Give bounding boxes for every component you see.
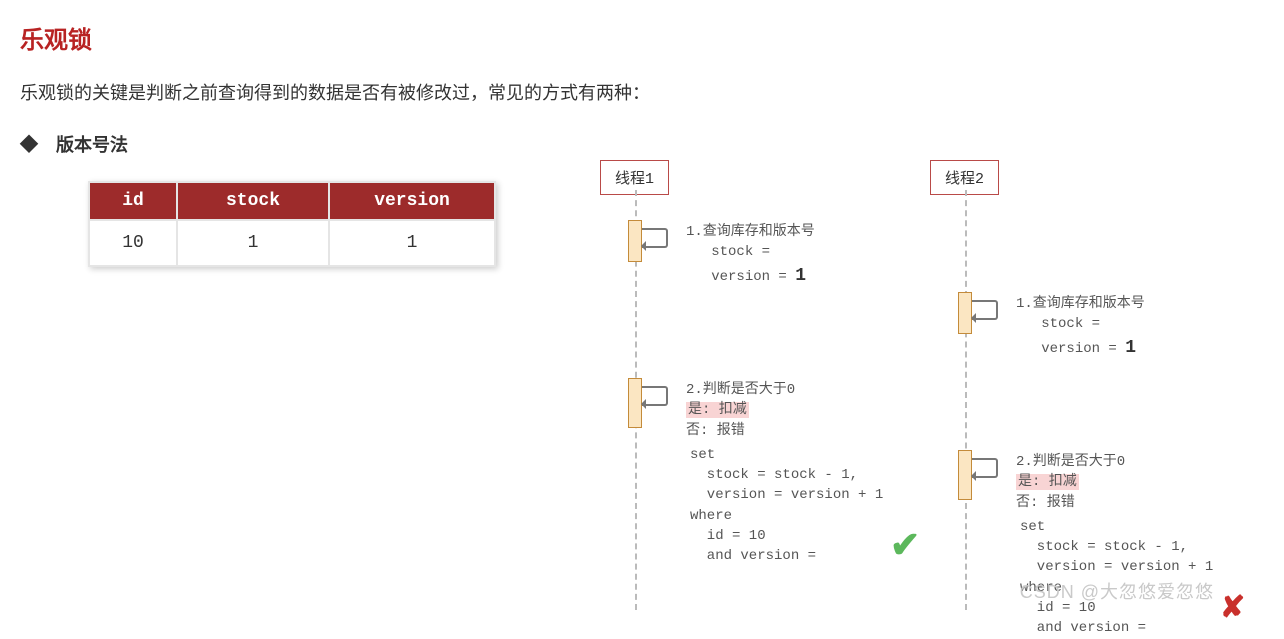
step-title: 2.判断是否大于0 xyxy=(1016,454,1125,470)
data-table-wrap: id stock version 10 1 1 xyxy=(88,181,496,267)
table-row: 10 1 1 xyxy=(90,221,494,265)
step-title: 1.查询库存和版本号 xyxy=(1016,296,1145,312)
thread1-step1: 1.查询库存和版本号 stock = version = 1 xyxy=(686,222,815,289)
check-icon: ✔ xyxy=(890,524,920,566)
th-version: version xyxy=(330,183,494,219)
page-title: 乐观锁 xyxy=(20,20,1264,55)
stock-line: stock = xyxy=(711,244,770,260)
version-line: version = xyxy=(1041,341,1117,357)
cell-id: 10 xyxy=(90,221,176,265)
description-text: 乐观锁的关键是判断之前查询得到的数据是否有被修改过，常见的方式有两种： xyxy=(20,79,1264,105)
th-stock: stock xyxy=(178,183,328,219)
sql-code: set stock = stock - 1, version = version… xyxy=(690,445,883,567)
thread2-step1: 1.查询库存和版本号 stock = version = 1 xyxy=(1016,294,1145,361)
no-branch: 否: 报错 xyxy=(686,423,745,439)
stock-line: stock = xyxy=(1041,316,1100,332)
yes-branch: 是: 扣减 xyxy=(1016,474,1079,490)
cell-version: 1 xyxy=(330,221,494,265)
no-branch: 否: 报错 xyxy=(1016,495,1075,511)
data-table: id stock version 10 1 1 xyxy=(88,181,496,267)
self-arrow-icon xyxy=(642,228,668,248)
th-id: id xyxy=(90,183,176,219)
value-1: 1 xyxy=(795,266,806,286)
yes-branch: 是: 扣减 xyxy=(686,402,749,418)
cell-stock: 1 xyxy=(178,221,328,265)
version-line: version = xyxy=(711,269,787,285)
thread2-lifeline xyxy=(965,190,967,610)
step-title: 2.判断是否大于0 xyxy=(686,382,795,398)
self-arrow-icon xyxy=(642,386,668,406)
value-1: 1 xyxy=(1125,338,1136,358)
thread1-step2: 2.判断是否大于0 是: 扣减 否: 报错 set stock = stock … xyxy=(686,380,883,567)
step-title: 1.查询库存和版本号 xyxy=(686,224,815,240)
section-heading: ◆ 版本号法 xyxy=(20,131,1264,157)
self-arrow-icon xyxy=(972,300,998,320)
sequence-diagram: 线程1 1.查询库存和版本号 stock = version = 1 2.判断是… xyxy=(580,160,1280,620)
self-arrow-icon xyxy=(972,458,998,478)
watermark-text: CSDN @大忽悠爱忽悠 xyxy=(1020,578,1214,604)
thread2-step2: 2.判断是否大于0 是: 扣减 否: 报错 set stock = stock … xyxy=(1016,452,1213,639)
cross-icon: ✘ xyxy=(1220,590,1245,625)
